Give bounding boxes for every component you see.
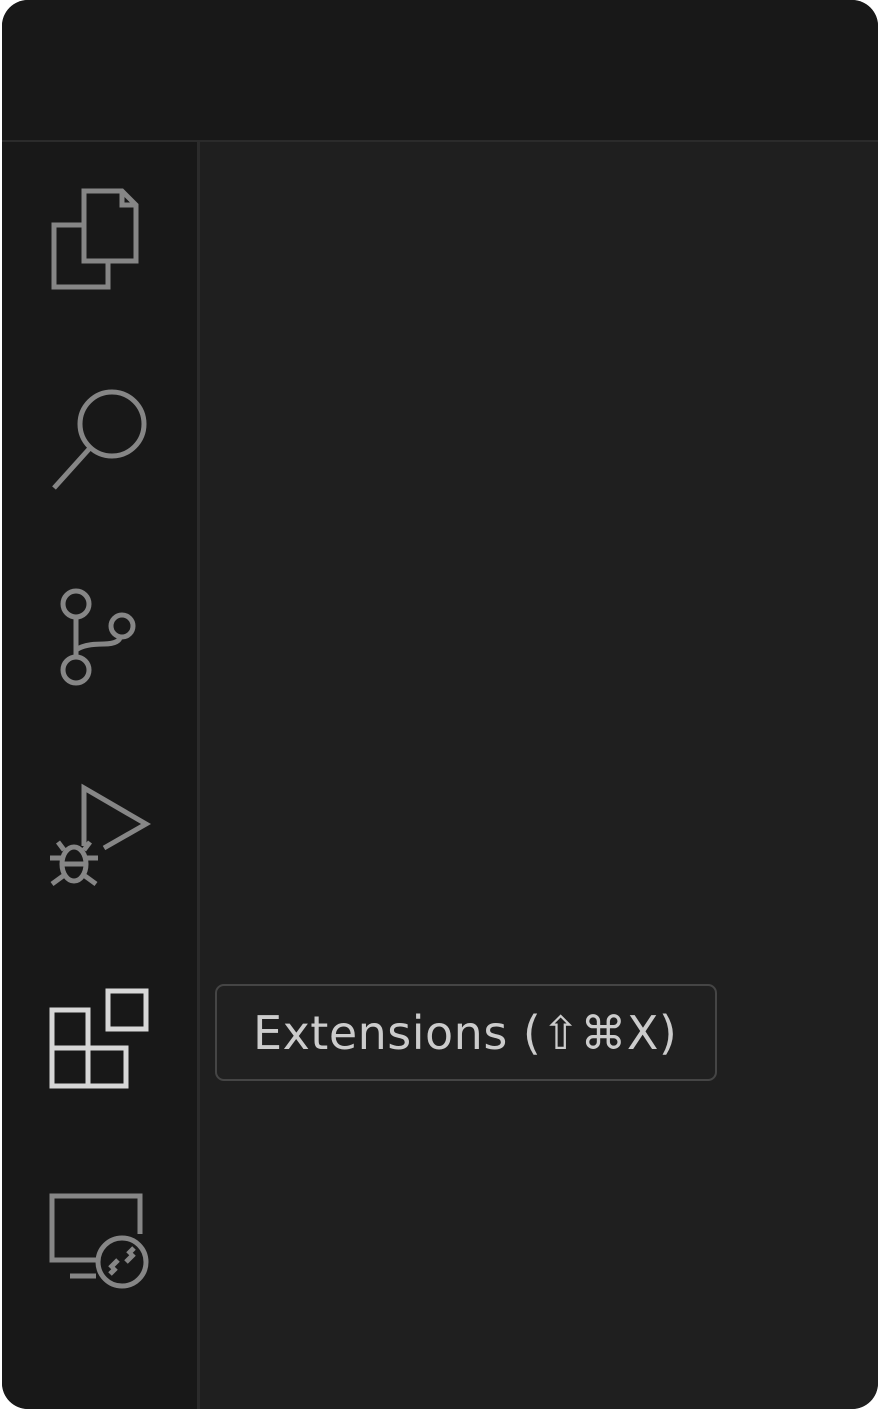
tooltip-text: Extensions (⇧⌘X) [253, 1005, 678, 1060]
activity-item-source-control[interactable] [2, 560, 197, 720]
run-debug-icon [49, 783, 151, 887]
extensions-tooltip: Extensions (⇧⌘X) [215, 984, 717, 1081]
title-bar [2, 0, 878, 142]
activity-bar [2, 142, 200, 1409]
extensions-icon [49, 988, 148, 1089]
search-icon [51, 389, 146, 490]
files-icon [51, 188, 138, 290]
app-window [2, 0, 878, 1409]
editor-area [200, 142, 878, 1409]
remote-explorer-icon [49, 1193, 148, 1289]
activity-item-explorer[interactable] [2, 162, 197, 322]
activity-item-search[interactable] [2, 360, 197, 520]
source-control-icon [60, 588, 135, 686]
activity-item-extensions[interactable] [2, 960, 197, 1120]
activity-item-remote-explorer[interactable] [2, 1160, 197, 1320]
activity-item-run-debug[interactable] [2, 758, 197, 918]
